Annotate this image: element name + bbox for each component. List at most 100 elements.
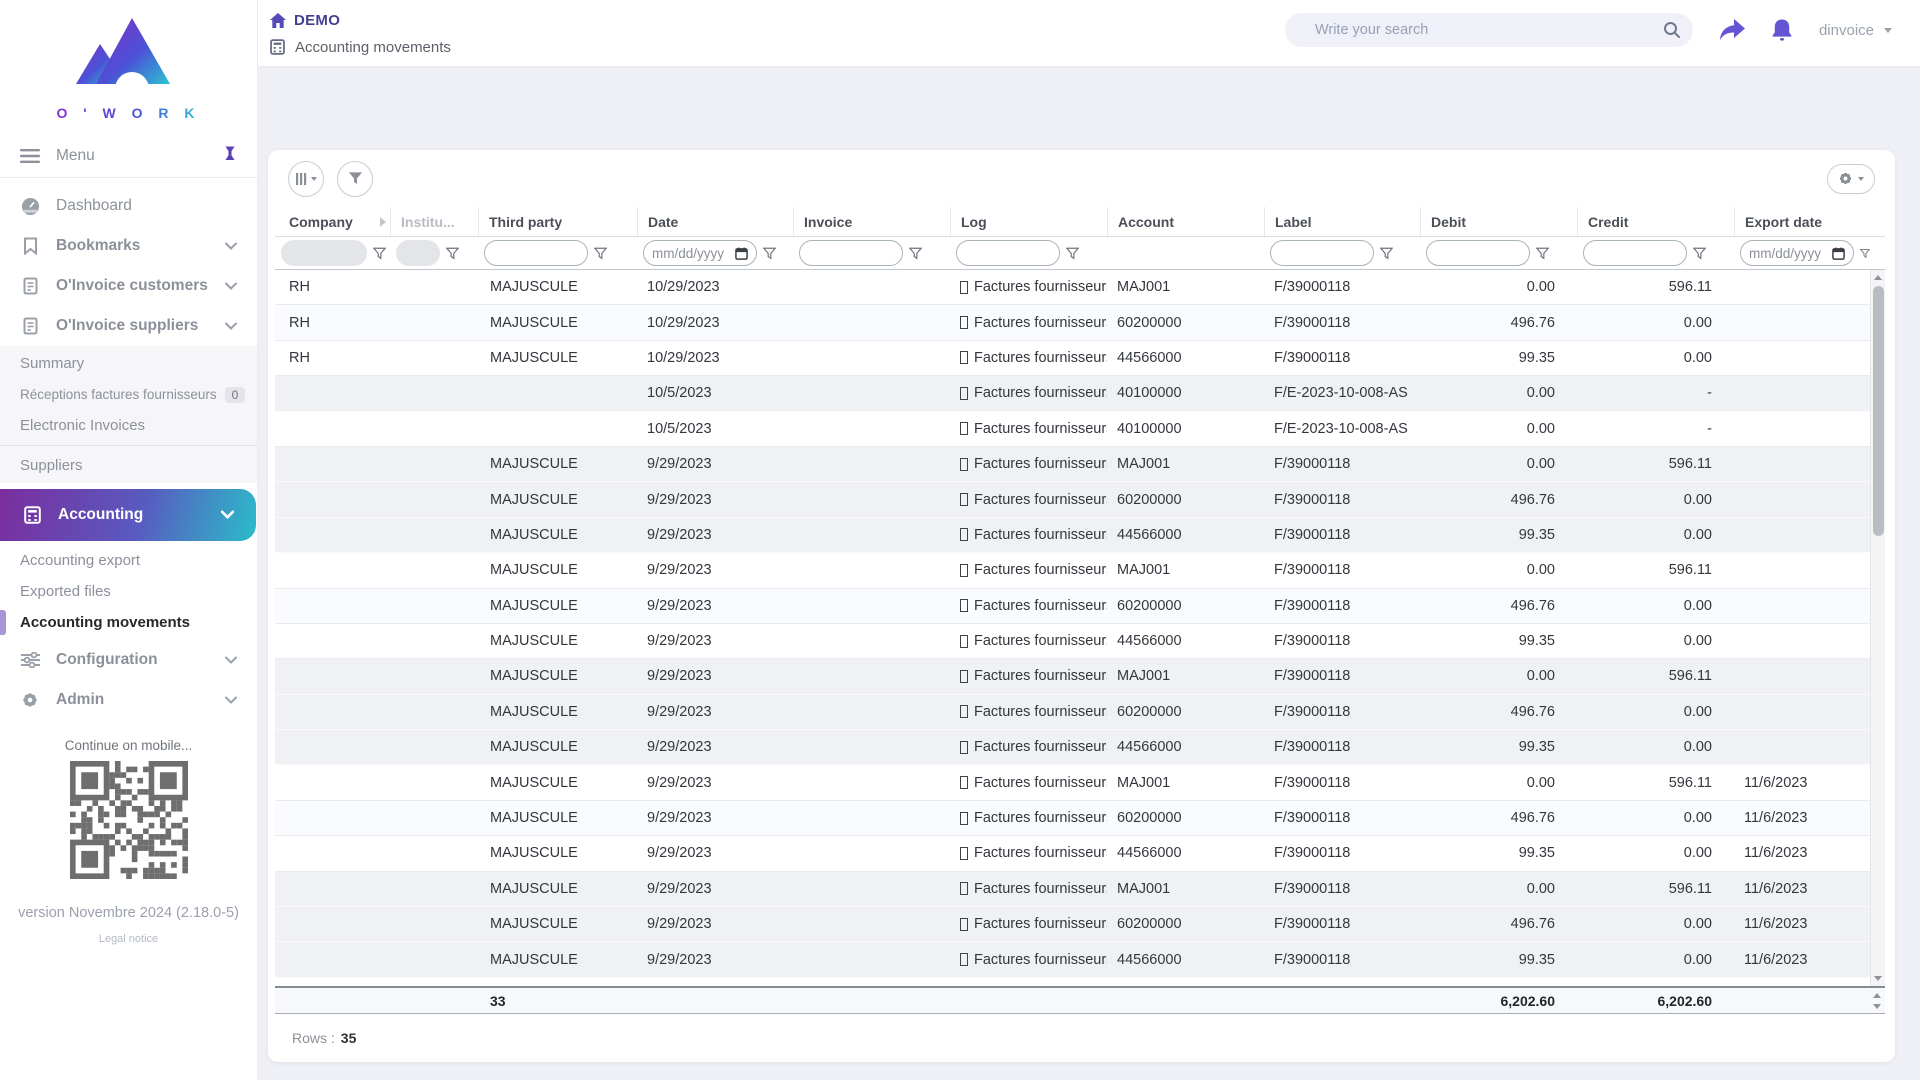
table-row[interactable]: RHMAJUSCULE10/29/2023Factures fournisseu… bbox=[275, 305, 1870, 340]
table-row[interactable]: RHMAJUSCULE10/29/2023Factures fournisseu… bbox=[275, 270, 1870, 305]
totals-scroll-arrows[interactable] bbox=[1870, 988, 1885, 1013]
columns-button[interactable] bbox=[288, 161, 324, 197]
table-row[interactable]: MAJUSCULE9/29/2023Factures fournisseursM… bbox=[275, 447, 1870, 482]
cell-institution bbox=[390, 589, 478, 623]
scroll-up-icon[interactable] bbox=[1873, 993, 1881, 998]
table-row[interactable]: MAJUSCULE9/29/2023Factures fournisseurs4… bbox=[275, 518, 1870, 553]
cell-credit: 596.11 bbox=[1577, 765, 1734, 799]
filter-funnel-icon[interactable] bbox=[909, 247, 922, 260]
table-row[interactable]: MAJUSCULE9/29/2023Factures fournisseurs4… bbox=[275, 942, 1870, 977]
sidebar-item-suppliers[interactable]: Suppliers bbox=[0, 450, 257, 481]
filter-input-debit[interactable] bbox=[1426, 240, 1530, 266]
table-row[interactable]: MAJUSCULE9/29/2023Factures fournisseursM… bbox=[275, 553, 1870, 588]
search-input[interactable] bbox=[1315, 22, 1663, 38]
missing-glyph-icon bbox=[960, 635, 968, 648]
filter-funnel-icon[interactable] bbox=[1380, 247, 1393, 260]
table-row[interactable]: 10/5/2023Factures fournisseurs40100000F/… bbox=[275, 376, 1870, 411]
search-icon[interactable] bbox=[1663, 21, 1681, 39]
table-row[interactable]: MAJUSCULE9/29/2023Factures fournisseurs4… bbox=[275, 836, 1870, 871]
filter-input-credit[interactable] bbox=[1583, 240, 1687, 266]
pin-icon[interactable] bbox=[223, 146, 237, 166]
column-header-credit[interactable]: Credit bbox=[1577, 207, 1734, 236]
user-menu[interactable]: dinvoice bbox=[1819, 22, 1892, 39]
cell-log: Factures fournisseurs bbox=[950, 589, 1107, 623]
cell-credit: - bbox=[1577, 376, 1734, 410]
cell-export_date bbox=[1734, 730, 1870, 764]
menu-label: Menu bbox=[56, 147, 95, 165]
table-row[interactable]: RHMAJUSCULE10/29/2023Factures fournisseu… bbox=[275, 341, 1870, 376]
filter-funnel-icon[interactable] bbox=[594, 247, 607, 260]
scroll-up-icon[interactable] bbox=[1874, 275, 1882, 280]
sidebar-item-accounting-movements[interactable]: Accounting movements bbox=[0, 607, 257, 638]
column-header-company[interactable]: Company bbox=[275, 207, 390, 236]
filter-input-label[interactable] bbox=[1270, 240, 1374, 266]
column-header-institu[interactable]: Institu... bbox=[390, 207, 478, 236]
menu-toggle[interactable]: Menu bbox=[0, 135, 257, 177]
calendar-icon[interactable] bbox=[735, 247, 748, 260]
sidebar-item-bookmarks[interactable]: Bookmarks bbox=[0, 226, 257, 266]
column-header-third-party[interactable]: Third party bbox=[478, 207, 637, 236]
share-icon[interactable] bbox=[1719, 19, 1745, 41]
column-header-debit[interactable]: Debit bbox=[1420, 207, 1577, 236]
sidebar-item-dashboard[interactable]: Dashboard bbox=[0, 186, 257, 226]
cell-account: 44566000 bbox=[1107, 836, 1264, 870]
sidebar-item-exported-files[interactable]: Exported files bbox=[0, 576, 257, 607]
filter-funnel-icon[interactable] bbox=[763, 247, 776, 260]
table-row[interactable]: MAJUSCULE9/29/2023Factures fournisseurs6… bbox=[275, 907, 1870, 942]
table-row[interactable]: MAJUSCULE9/29/2023Factures fournisseursM… bbox=[275, 872, 1870, 907]
filter-input-log[interactable] bbox=[956, 240, 1060, 266]
filter-funnel-icon[interactable] bbox=[373, 247, 386, 260]
movements-grid: CompanyInstitu...Third partyDateInvoiceL… bbox=[275, 207, 1885, 1014]
table-row[interactable]: MAJUSCULE9/29/2023Factures fournisseursM… bbox=[275, 765, 1870, 800]
column-header-account[interactable]: Account bbox=[1107, 207, 1264, 236]
column-header-export-date[interactable]: Export date bbox=[1734, 207, 1870, 236]
legal-notice-link[interactable]: Legal notice bbox=[0, 933, 257, 945]
search-bar[interactable] bbox=[1285, 13, 1693, 47]
filter-funnel-icon[interactable] bbox=[1860, 247, 1870, 260]
filter-input-invoice[interactable] bbox=[799, 240, 903, 266]
notifications-bell-icon[interactable] bbox=[1771, 18, 1793, 42]
cell-debit: 0.00 bbox=[1420, 376, 1577, 410]
filter-funnel-icon[interactable] bbox=[1066, 247, 1079, 260]
grid-settings-button[interactable] bbox=[1827, 164, 1875, 194]
sidebar-item-oinvoice-customers[interactable]: O'Invoice customers bbox=[0, 266, 257, 306]
filter-funnel-icon[interactable] bbox=[1693, 247, 1706, 260]
sidebar-item-summary[interactable]: Summary bbox=[0, 348, 257, 379]
filter-button[interactable] bbox=[337, 161, 373, 197]
table-row[interactable]: MAJUSCULE9/29/2023Factures fournisseurs6… bbox=[275, 482, 1870, 517]
table-row[interactable]: MAJUSCULE9/29/2023Factures fournisseursM… bbox=[275, 659, 1870, 694]
filter-date-export-date[interactable]: mm/dd/yyyy bbox=[1740, 240, 1854, 266]
sidebar-item-accounting-export[interactable]: Accounting export bbox=[0, 545, 257, 576]
missing-glyph-icon bbox=[960, 281, 968, 294]
table-row[interactable]: MAJUSCULE9/29/2023Factures fournisseurs4… bbox=[275, 730, 1870, 765]
column-header-invoice[interactable]: Invoice bbox=[793, 207, 950, 236]
table-row[interactable]: MAJUSCULE9/29/2023Factures fournisseurs6… bbox=[275, 801, 1870, 836]
sidebar-item-configuration[interactable]: Configuration bbox=[0, 640, 257, 680]
column-header-log[interactable]: Log bbox=[950, 207, 1107, 236]
filter-input-third-party[interactable] bbox=[484, 240, 588, 266]
sidebar-item-label: Accounting bbox=[58, 506, 143, 524]
sidebar-item-accounting[interactable]: Accounting bbox=[0, 489, 256, 541]
table-row[interactable]: 10/5/2023Factures fournisseurs40100000F/… bbox=[275, 412, 1870, 447]
scroll-down-icon[interactable] bbox=[1874, 976, 1882, 981]
breadcrumb-home[interactable]: DEMO bbox=[294, 12, 340, 29]
sidebar-item-electronic-invoices[interactable]: Electronic Invoices bbox=[0, 410, 257, 441]
filter-funnel-icon[interactable] bbox=[446, 247, 459, 260]
filter-funnel-icon[interactable] bbox=[1536, 247, 1549, 260]
table-row[interactable]: MAJUSCULE9/29/2023Factures fournisseurs6… bbox=[275, 589, 1870, 624]
column-header-date[interactable]: Date bbox=[637, 207, 793, 236]
sidebar-item-oinvoice-suppliers[interactable]: O'Invoice suppliers bbox=[0, 306, 257, 346]
sidebar-item-admin[interactable]: Admin bbox=[0, 680, 257, 720]
scrollbar-thumb[interactable] bbox=[1873, 286, 1884, 536]
table-row[interactable]: MAJUSCULE9/29/2023Factures fournisseurs4… bbox=[275, 624, 1870, 659]
calendar-icon[interactable] bbox=[1832, 247, 1845, 260]
scroll-down-icon[interactable] bbox=[1873, 1004, 1881, 1009]
sidebar-item-receptions-factures[interactable]: Réceptions factures fournisseurs 0 bbox=[0, 379, 257, 410]
filter-date-date[interactable]: mm/dd/yyyy bbox=[643, 240, 757, 266]
table-row[interactable]: MAJUSCULE9/29/2023Factures fournisseursM… bbox=[275, 978, 1870, 986]
cell-label: F/39000118 bbox=[1264, 730, 1420, 764]
table-row[interactable]: MAJUSCULE9/29/2023Factures fournisseurs6… bbox=[275, 695, 1870, 730]
vertical-scrollbar[interactable] bbox=[1870, 270, 1885, 986]
column-header-label[interactable]: Label bbox=[1264, 207, 1420, 236]
grid-totals-row: 336,202.606,202.60 bbox=[275, 986, 1885, 1014]
